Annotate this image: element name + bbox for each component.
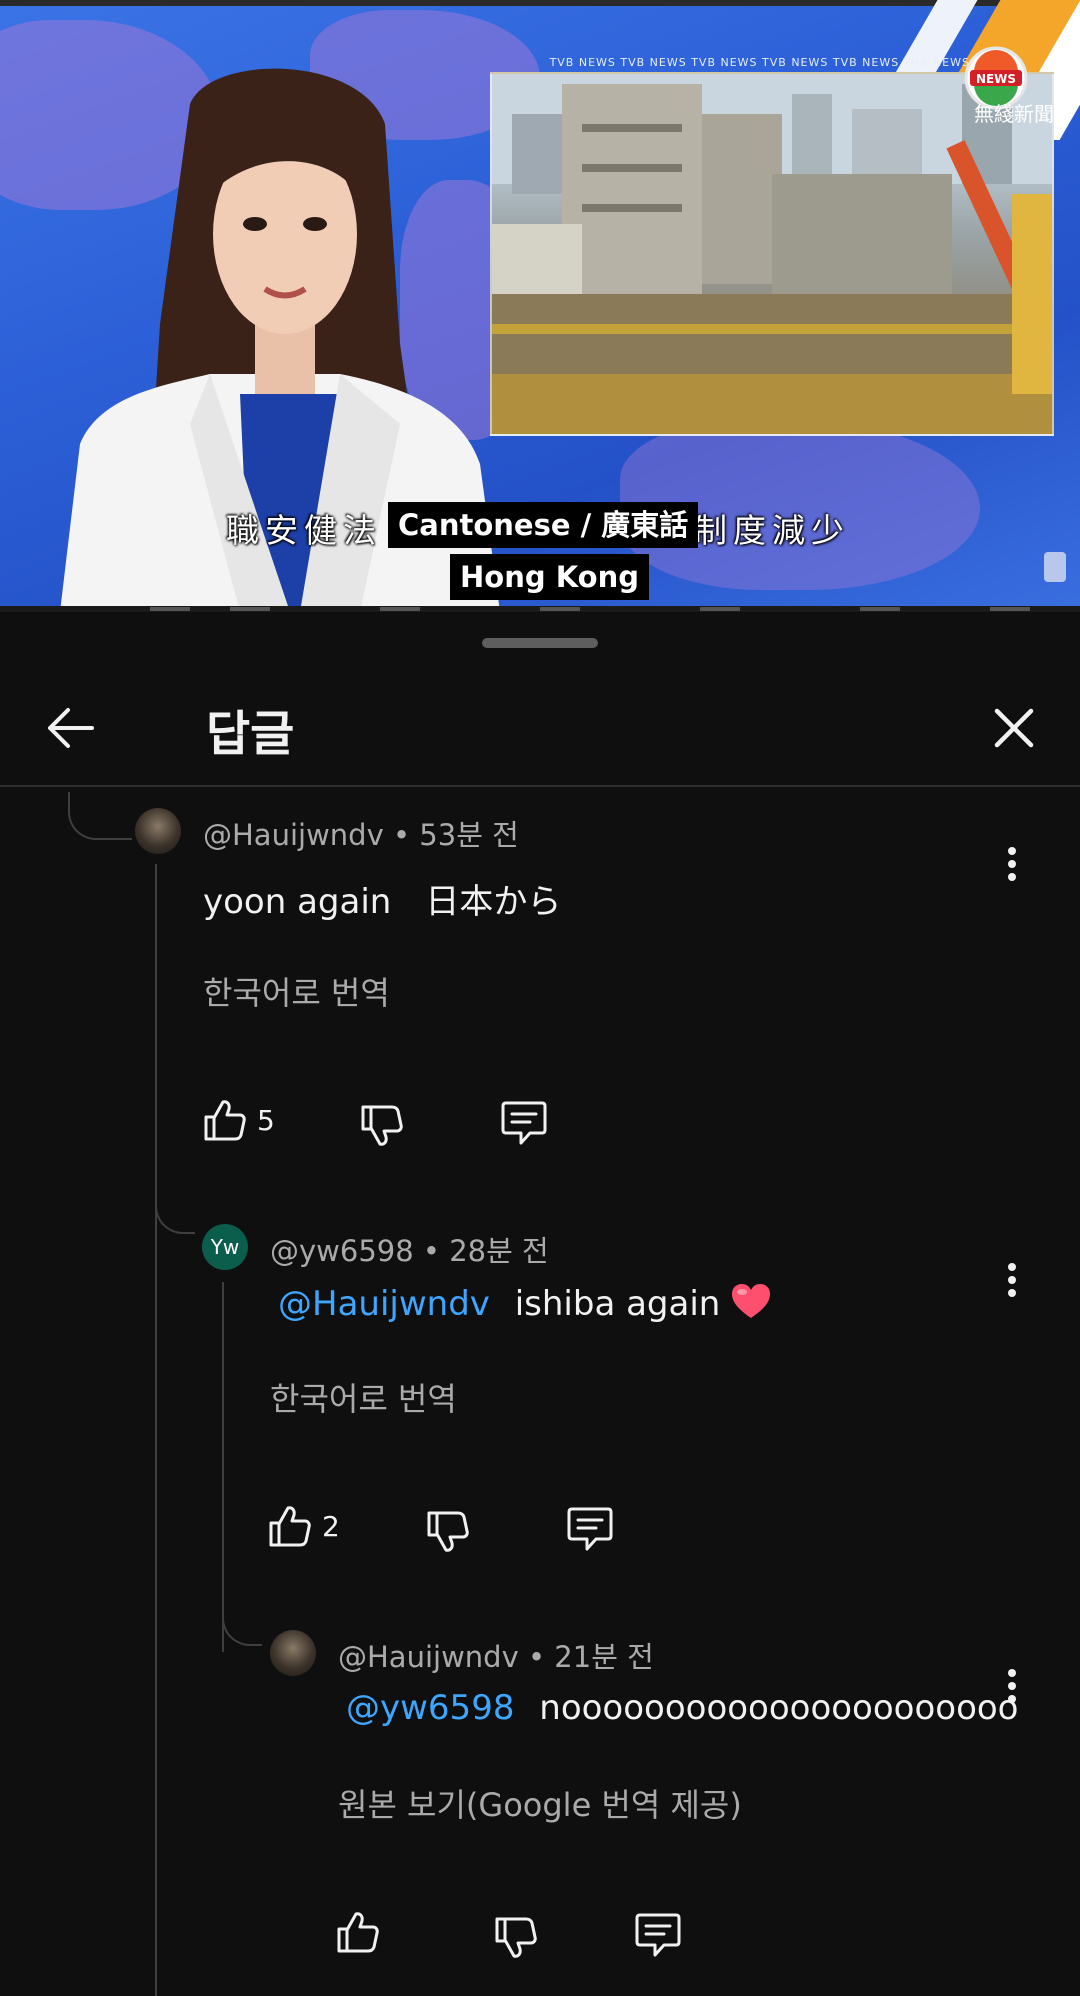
comment-body-text: noooooooooooooooooooooo bbox=[539, 1688, 1019, 1728]
separator-dot: • bbox=[392, 818, 420, 852]
inset-news-image bbox=[490, 72, 1054, 436]
channel-corner-icon bbox=[1044, 552, 1066, 582]
caption-language-label: Cantonese / 廣東話 bbox=[388, 502, 699, 548]
close-icon bbox=[994, 708, 1034, 748]
separator-dot: • bbox=[527, 1640, 555, 1674]
reply-button[interactable] bbox=[566, 1506, 614, 1552]
thread-line bbox=[222, 1282, 224, 1652]
like-button[interactable]: 5 bbox=[203, 1098, 275, 1142]
more-vert-icon bbox=[1008, 1263, 1016, 1297]
comment-text: yoon again 日本から bbox=[203, 882, 562, 922]
status-strip bbox=[0, 0, 1080, 6]
arrow-left-icon bbox=[48, 708, 94, 748]
comment-meta: @Hauijwndv • 53분 전 bbox=[203, 812, 519, 854]
subtitle-right: 制度減少 bbox=[694, 511, 850, 550]
avatar[interactable] bbox=[270, 1630, 316, 1676]
sheet-title: 답글 bbox=[206, 706, 295, 762]
thread-connector bbox=[68, 792, 132, 840]
header-divider bbox=[0, 785, 1080, 787]
drag-handle[interactable] bbox=[482, 638, 598, 648]
translate-link[interactable]: 원본 보기(Google 번역 제공) bbox=[338, 1780, 742, 1826]
thumb-down-icon bbox=[495, 1917, 537, 1958]
comment-body-text: ishiba again bbox=[514, 1284, 721, 1324]
thumb-down-icon bbox=[427, 1511, 469, 1552]
separator-dot: • bbox=[422, 1234, 450, 1268]
reply-button[interactable] bbox=[500, 1100, 548, 1146]
logo-caption: 無綫新聞 bbox=[974, 102, 1054, 126]
comment-text: @yw6598 noooooooooooooooooooooo bbox=[346, 1688, 1018, 1728]
subtitle-left: 職安健法 bbox=[226, 511, 382, 550]
dislike-button[interactable] bbox=[426, 1510, 470, 1554]
reply-button[interactable] bbox=[634, 1912, 682, 1958]
sheet-header: 답글 bbox=[0, 664, 1080, 792]
mention-link[interactable]: @Hauijwndv bbox=[278, 1284, 490, 1324]
comment-age: 28분 전 bbox=[449, 1234, 549, 1268]
comment-author[interactable]: @Hauijwndv bbox=[338, 1640, 519, 1674]
avatar[interactable]: Yw bbox=[202, 1224, 248, 1270]
logo-badge: NEWS bbox=[976, 72, 1016, 86]
dislike-button[interactable] bbox=[360, 1104, 404, 1148]
comment-text: @Hauijwndv ishiba again bbox=[278, 1282, 772, 1329]
translate-link[interactable]: 한국어로 번역 bbox=[203, 968, 390, 1014]
reply-icon bbox=[501, 1101, 547, 1145]
thumb-up-icon bbox=[337, 1912, 379, 1953]
comment-author[interactable]: @Hauijwndv bbox=[203, 818, 384, 852]
thread-connector bbox=[222, 1602, 262, 1646]
dislike-button[interactable] bbox=[494, 1916, 538, 1960]
reply-icon bbox=[635, 1913, 681, 1957]
comment-meta: @Hauijwndv • 21분 전 bbox=[338, 1634, 654, 1676]
thread-line bbox=[155, 864, 157, 1996]
comment-author[interactable]: @yw6598 bbox=[270, 1234, 414, 1268]
translate-link[interactable]: 한국어로 번역 bbox=[270, 1374, 457, 1420]
thumb-up-icon bbox=[204, 1100, 246, 1141]
like-button[interactable]: 2 bbox=[268, 1504, 340, 1548]
comment-age: 21분 전 bbox=[554, 1640, 654, 1674]
avatar[interactable] bbox=[135, 808, 181, 854]
more-button[interactable] bbox=[992, 1250, 1032, 1310]
like-count: 2 bbox=[322, 1509, 340, 1543]
heart-emoji bbox=[730, 1282, 772, 1329]
more-button[interactable] bbox=[992, 834, 1032, 894]
thumb-down-icon bbox=[361, 1105, 403, 1146]
like-button[interactable] bbox=[336, 1910, 390, 1954]
channel-ticker: TVB NEWS TVB NEWS TVB NEWS TVB NEWS TVB … bbox=[549, 56, 970, 69]
comment-meta: @yw6598 • 28분 전 bbox=[270, 1228, 549, 1270]
thread-connector bbox=[155, 1188, 195, 1234]
comment-age: 53분 전 bbox=[419, 818, 519, 852]
mention-link[interactable]: @yw6598 bbox=[346, 1688, 514, 1728]
back-button[interactable] bbox=[34, 692, 106, 764]
video-player[interactable]: TVB NEWS TVB NEWS TVB NEWS TVB NEWS TVB … bbox=[0, 0, 1080, 612]
like-count: 5 bbox=[257, 1103, 275, 1137]
replies-sheet: 답글 @Hauijwndv • 53분 전 yoon again 日本から 한국… bbox=[0, 612, 1080, 1996]
more-vert-icon bbox=[1008, 847, 1016, 881]
caption-region-label: Hong Kong bbox=[450, 554, 649, 600]
thumb-up-icon bbox=[269, 1506, 311, 1547]
reply-icon bbox=[567, 1507, 613, 1551]
close-button[interactable] bbox=[978, 692, 1050, 764]
